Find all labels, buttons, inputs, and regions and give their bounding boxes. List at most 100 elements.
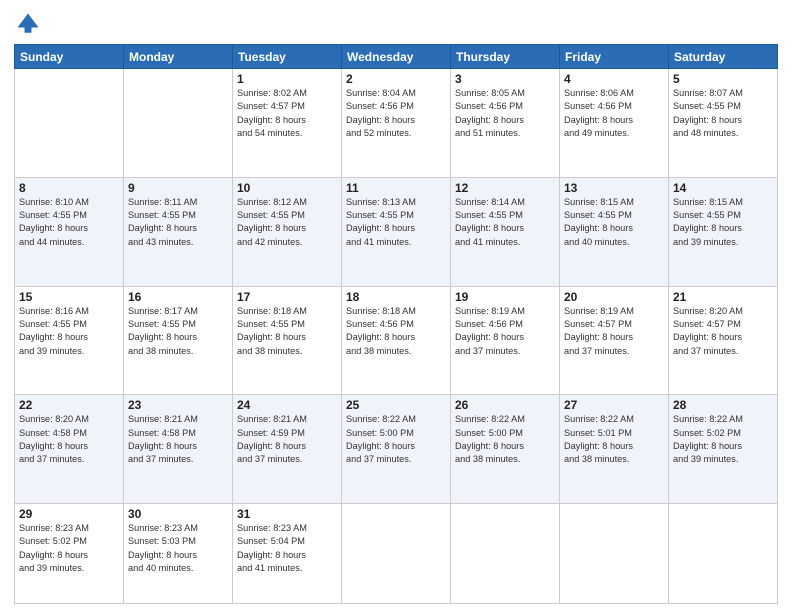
day-number: 27 (564, 398, 664, 412)
day-number: 3 (455, 72, 555, 86)
calendar-week-row: 22Sunrise: 8:20 AMSunset: 4:58 PMDayligh… (15, 395, 778, 504)
logo (14, 10, 46, 38)
calendar-day-cell: 26Sunrise: 8:22 AMSunset: 5:00 PMDayligh… (451, 395, 560, 504)
calendar-day-cell: 30Sunrise: 8:23 AMSunset: 5:03 PMDayligh… (124, 504, 233, 604)
calendar-day-cell: 21Sunrise: 8:20 AMSunset: 4:57 PMDayligh… (669, 286, 778, 395)
day-info: Sunrise: 8:12 AMSunset: 4:55 PMDaylight:… (237, 196, 337, 249)
day-number: 5 (673, 72, 773, 86)
day-info: Sunrise: 8:19 AMSunset: 4:56 PMDaylight:… (455, 305, 555, 358)
day-number: 31 (237, 507, 337, 521)
weekday-header: Monday (124, 45, 233, 69)
day-number: 18 (346, 290, 446, 304)
day-number: 2 (346, 72, 446, 86)
day-info: Sunrise: 8:06 AMSunset: 4:56 PMDaylight:… (564, 87, 664, 140)
header (14, 10, 778, 38)
day-info: Sunrise: 8:23 AMSunset: 5:04 PMDaylight:… (237, 522, 337, 575)
calendar-day-cell: 19Sunrise: 8:19 AMSunset: 4:56 PMDayligh… (451, 286, 560, 395)
day-number: 11 (346, 181, 446, 195)
weekday-header: Tuesday (233, 45, 342, 69)
day-number: 29 (19, 507, 119, 521)
calendar-day-cell: 10Sunrise: 8:12 AMSunset: 4:55 PMDayligh… (233, 177, 342, 286)
calendar-day-cell: 31Sunrise: 8:23 AMSunset: 5:04 PMDayligh… (233, 504, 342, 604)
calendar-day-cell: 11Sunrise: 8:13 AMSunset: 4:55 PMDayligh… (342, 177, 451, 286)
day-info: Sunrise: 8:22 AMSunset: 5:00 PMDaylight:… (455, 413, 555, 466)
calendar-day-cell: 14Sunrise: 8:15 AMSunset: 4:55 PMDayligh… (669, 177, 778, 286)
calendar-day-cell: 4Sunrise: 8:06 AMSunset: 4:56 PMDaylight… (560, 69, 669, 178)
calendar-day-cell: 12Sunrise: 8:14 AMSunset: 4:55 PMDayligh… (451, 177, 560, 286)
calendar-week-row: 8Sunrise: 8:10 AMSunset: 4:55 PMDaylight… (15, 177, 778, 286)
day-number: 1 (237, 72, 337, 86)
day-number: 4 (564, 72, 664, 86)
day-number: 19 (455, 290, 555, 304)
calendar-day-cell: 28Sunrise: 8:22 AMSunset: 5:02 PMDayligh… (669, 395, 778, 504)
calendar-day-cell: 25Sunrise: 8:22 AMSunset: 5:00 PMDayligh… (342, 395, 451, 504)
day-number: 25 (346, 398, 446, 412)
day-number: 13 (564, 181, 664, 195)
calendar-day-cell (451, 504, 560, 604)
day-info: Sunrise: 8:22 AMSunset: 5:01 PMDaylight:… (564, 413, 664, 466)
calendar-day-cell: 20Sunrise: 8:19 AMSunset: 4:57 PMDayligh… (560, 286, 669, 395)
day-info: Sunrise: 8:22 AMSunset: 5:00 PMDaylight:… (346, 413, 446, 466)
calendar-day-cell (669, 504, 778, 604)
day-number: 26 (455, 398, 555, 412)
weekday-header-row: SundayMondayTuesdayWednesdayThursdayFrid… (15, 45, 778, 69)
logo-icon (14, 10, 42, 38)
day-info: Sunrise: 8:19 AMSunset: 4:57 PMDaylight:… (564, 305, 664, 358)
day-number: 23 (128, 398, 228, 412)
day-number: 30 (128, 507, 228, 521)
day-number: 14 (673, 181, 773, 195)
calendar-day-cell: 5Sunrise: 8:07 AMSunset: 4:55 PMDaylight… (669, 69, 778, 178)
calendar-day-cell: 2Sunrise: 8:04 AMSunset: 4:56 PMDaylight… (342, 69, 451, 178)
calendar-day-cell (124, 69, 233, 178)
day-info: Sunrise: 8:10 AMSunset: 4:55 PMDaylight:… (19, 196, 119, 249)
day-number: 22 (19, 398, 119, 412)
day-info: Sunrise: 8:04 AMSunset: 4:56 PMDaylight:… (346, 87, 446, 140)
day-number: 15 (19, 290, 119, 304)
day-info: Sunrise: 8:22 AMSunset: 5:02 PMDaylight:… (673, 413, 773, 466)
day-info: Sunrise: 8:02 AMSunset: 4:57 PMDaylight:… (237, 87, 337, 140)
day-number: 8 (19, 181, 119, 195)
weekday-header: Saturday (669, 45, 778, 69)
calendar-day-cell (15, 69, 124, 178)
calendar-day-cell: 29Sunrise: 8:23 AMSunset: 5:02 PMDayligh… (15, 504, 124, 604)
weekday-header: Thursday (451, 45, 560, 69)
day-number: 28 (673, 398, 773, 412)
day-info: Sunrise: 8:20 AMSunset: 4:58 PMDaylight:… (19, 413, 119, 466)
weekday-header: Wednesday (342, 45, 451, 69)
calendar-day-cell: 18Sunrise: 8:18 AMSunset: 4:56 PMDayligh… (342, 286, 451, 395)
calendar-day-cell: 27Sunrise: 8:22 AMSunset: 5:01 PMDayligh… (560, 395, 669, 504)
day-info: Sunrise: 8:14 AMSunset: 4:55 PMDaylight:… (455, 196, 555, 249)
calendar-table: SundayMondayTuesdayWednesdayThursdayFrid… (14, 44, 778, 604)
day-number: 17 (237, 290, 337, 304)
day-info: Sunrise: 8:17 AMSunset: 4:55 PMDaylight:… (128, 305, 228, 358)
day-info: Sunrise: 8:23 AMSunset: 5:02 PMDaylight:… (19, 522, 119, 575)
day-number: 9 (128, 181, 228, 195)
day-info: Sunrise: 8:07 AMSunset: 4:55 PMDaylight:… (673, 87, 773, 140)
day-info: Sunrise: 8:11 AMSunset: 4:55 PMDaylight:… (128, 196, 228, 249)
day-number: 24 (237, 398, 337, 412)
day-info: Sunrise: 8:13 AMSunset: 4:55 PMDaylight:… (346, 196, 446, 249)
day-info: Sunrise: 8:23 AMSunset: 5:03 PMDaylight:… (128, 522, 228, 575)
calendar-day-cell: 13Sunrise: 8:15 AMSunset: 4:55 PMDayligh… (560, 177, 669, 286)
day-info: Sunrise: 8:15 AMSunset: 4:55 PMDaylight:… (673, 196, 773, 249)
day-info: Sunrise: 8:16 AMSunset: 4:55 PMDaylight:… (19, 305, 119, 358)
calendar-day-cell: 16Sunrise: 8:17 AMSunset: 4:55 PMDayligh… (124, 286, 233, 395)
calendar-week-row: 29Sunrise: 8:23 AMSunset: 5:02 PMDayligh… (15, 504, 778, 604)
day-number: 16 (128, 290, 228, 304)
calendar-day-cell: 17Sunrise: 8:18 AMSunset: 4:55 PMDayligh… (233, 286, 342, 395)
calendar-day-cell: 23Sunrise: 8:21 AMSunset: 4:58 PMDayligh… (124, 395, 233, 504)
page: SundayMondayTuesdayWednesdayThursdayFrid… (0, 0, 792, 612)
day-number: 21 (673, 290, 773, 304)
weekday-header: Friday (560, 45, 669, 69)
calendar-day-cell: 24Sunrise: 8:21 AMSunset: 4:59 PMDayligh… (233, 395, 342, 504)
day-info: Sunrise: 8:15 AMSunset: 4:55 PMDaylight:… (564, 196, 664, 249)
calendar-day-cell: 8Sunrise: 8:10 AMSunset: 4:55 PMDaylight… (15, 177, 124, 286)
day-number: 10 (237, 181, 337, 195)
calendar-day-cell (560, 504, 669, 604)
weekday-header: Sunday (15, 45, 124, 69)
day-number: 12 (455, 181, 555, 195)
day-info: Sunrise: 8:20 AMSunset: 4:57 PMDaylight:… (673, 305, 773, 358)
day-info: Sunrise: 8:21 AMSunset: 4:58 PMDaylight:… (128, 413, 228, 466)
calendar-week-row: 15Sunrise: 8:16 AMSunset: 4:55 PMDayligh… (15, 286, 778, 395)
calendar-day-cell: 9Sunrise: 8:11 AMSunset: 4:55 PMDaylight… (124, 177, 233, 286)
